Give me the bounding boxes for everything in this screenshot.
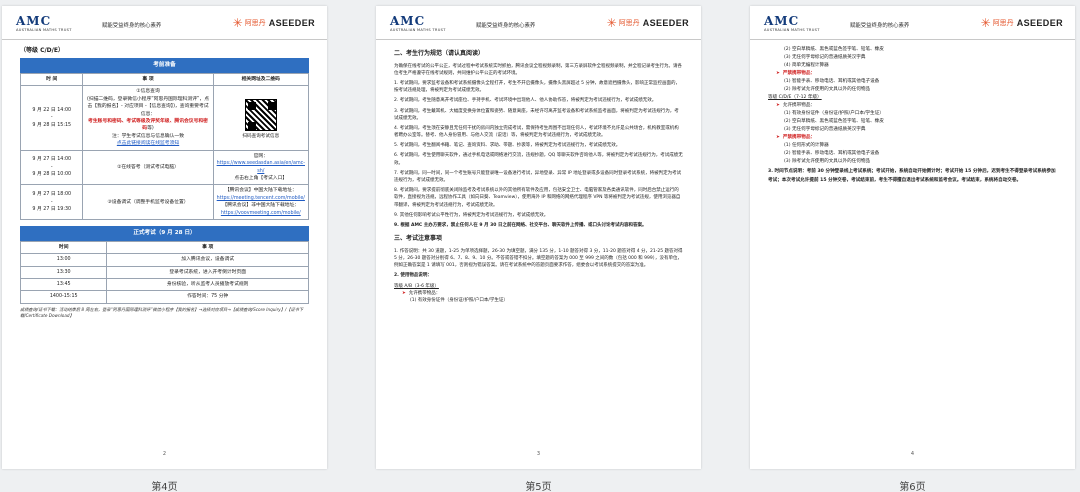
rule-item: 9. 其他任何影响考试公平性行为，将被判定为考试违规行为，考试成绩无效。 bbox=[394, 212, 549, 218]
list-item: ➤ 严禁携带物品： bbox=[768, 134, 1057, 142]
level-heading: （等级 C/D/E） bbox=[20, 47, 64, 54]
table-row: 13:30 登录考试系统，进入开考倒计时页面 bbox=[19, 265, 309, 280]
level-heading: 等级 C/D/E（7-12 年级） bbox=[768, 95, 822, 101]
arrow-bullet-icon: ➤ bbox=[776, 135, 780, 141]
page-header: AMC AUSTRALIAN MATHS TRUST 赋能受益终身的核心素养 ✳… bbox=[2, 6, 327, 40]
table-row: 9 月 22 日 14:00 - 9 月 28 日 15:15 ①信息查询 (扫… bbox=[19, 85, 310, 151]
amc-logo: AMC AUSTRALIAN MATHS TRUST bbox=[16, 14, 72, 32]
note-item: 1. 作答说明：共 30 道题，1-25 为单项选择题，26-30 为填空题，满… bbox=[394, 248, 683, 269]
page-label-5[interactable]: 第5页 bbox=[376, 478, 701, 492]
list-item: (1) 智能手表、移动电话、耳机或其他电子设备 bbox=[784, 79, 880, 85]
page5-content: 二、考生行为规范（请认真阅读） 为确保在线考试的公平公正，考试过程中考试系统实时… bbox=[394, 46, 683, 304]
list-item: (2) 智能手表、移动电话、耳机或其他电子设备 bbox=[784, 151, 880, 157]
page4-content: （等级 C/D/E） 考前准备 时 间 事 项 相关网址及二维码 9 月 22 … bbox=[19, 46, 310, 319]
rule-item: 9. 根据 AMC 主办方要求，禁止任何人在 9 月 30 日之前在网络、社交平… bbox=[394, 222, 647, 228]
page-label-6[interactable]: 第6页 bbox=[750, 478, 1075, 492]
page-header: AMC AUSTRALIAN MATHS TRUST 赋能受益终身的核心素养 ✳… bbox=[376, 6, 701, 40]
level-heading: 等级 A/B（3-6 年级） bbox=[394, 283, 439, 289]
table-header-row: 时间 事 项 bbox=[19, 240, 309, 255]
intro-paragraph: 为确保在线考试的公平公正，考试过程中考试系统实时抓拍，腾讯会议全程视频录制，第三… bbox=[394, 63, 682, 76]
exam-title-bar: 正式考试（9 月 28 日） bbox=[20, 226, 309, 241]
score-note: 成绩查询/证书下载：活动结束后 8 周左右，登录“阿思丹国际理科测评”微信小程序… bbox=[20, 306, 304, 318]
table-row: 9 月 27 日 14:00 - 9 月 28 日 10:00 ②在线答考（测试… bbox=[19, 149, 310, 186]
section-heading: 三、考试注意事项 bbox=[394, 235, 443, 243]
prep-table: 时 间 事 项 相关网址及二维码 9 月 22 日 14:00 - 9 月 28… bbox=[19, 72, 310, 221]
list-item: ➤ 严禁携带物品： bbox=[768, 70, 1057, 78]
aseeder-logo: ✳ 阿思丹 ASEEDER bbox=[980, 16, 1063, 30]
list-item: ➤ 允许携带物品： bbox=[768, 102, 1057, 110]
rule-item: 8. 考试期间，要求提前彻底关闭除监考及考试系统以外的其他所有软件及应用，包括安… bbox=[394, 188, 681, 208]
amc-logo: AMC AUSTRALIAN MATHS TRUST bbox=[390, 14, 446, 32]
row-time: 9 月 22 日 14:00 - 9 月 28 日 15:15 bbox=[19, 85, 84, 151]
document-page-4[interactable]: AMC AUSTRALIAN MATHS TRUST 赋能受益终身的核心素养 ✳… bbox=[2, 6, 327, 469]
page-label-4[interactable]: 第4页 bbox=[2, 478, 327, 492]
aseeder-star-icon: ✳ bbox=[606, 16, 617, 30]
arrow-bullet-icon: ➤ bbox=[402, 290, 406, 296]
list-item: (3) 无任何字母标记的普通纸质英汉字典 bbox=[784, 55, 866, 61]
rule-item: 1. 考试期间，要求监考设备和考试系统摄像头全程打开，考生不开启摄像头，摄像头黑… bbox=[394, 80, 680, 94]
table-header-row: 时 间 事 项 相关网址及二维码 bbox=[19, 72, 310, 87]
list-item: (1) 有效身份证件（身份证/护照/户口本/学生证） bbox=[410, 297, 508, 303]
page-header: AMC AUSTRALIAN MATHS TRUST 赋能受益终身的核心素养 ✳… bbox=[750, 6, 1075, 40]
official-site-link[interactable]: https://www.seedasdan.asia/en/amc-sh/ bbox=[217, 160, 305, 175]
rule-item: 3. 考试期间，考生戴耳机、大幅度变换身体位置和姿势、随意离座，未经许可离开监考… bbox=[394, 108, 679, 121]
qr-code-icon[interactable] bbox=[244, 98, 277, 131]
list-item: (4) 简单无编程计算器 bbox=[784, 63, 829, 69]
arrow-bullet-icon: ➤ bbox=[776, 71, 780, 77]
section-heading: 二、考生行为规范（请认真阅读） bbox=[394, 50, 485, 57]
header-slogan: 赋能受益终身的核心素养 bbox=[102, 23, 162, 29]
table-row: 1400-15:15 作答时间：75 分钟 bbox=[19, 290, 309, 304]
page-number: 4 bbox=[910, 451, 915, 457]
table-row: 13:45 身份核验，听从监考人员播放考试规则 bbox=[19, 278, 309, 292]
online-rules-link[interactable]: 点击此链接阅读在线监考须知 bbox=[86, 140, 209, 147]
table-row: 13:00 加入腾讯会议，设备调试 bbox=[19, 253, 309, 267]
list-item: (2) 空白草稿纸、黑色或蓝色签字笔、铅笔、橡皮 bbox=[784, 47, 884, 52]
header-slogan: 赋能受益终身的核心素养 bbox=[476, 23, 536, 29]
list-item: (2) 除考试允许使用的文具以外的任何物品 bbox=[784, 87, 871, 93]
tencent-meeting-link[interactable]: https://meeting.tencent.com/mobile/ bbox=[217, 195, 305, 202]
col-time: 时 间 bbox=[19, 72, 84, 87]
arrow-bullet-icon: ➤ bbox=[776, 103, 780, 109]
table-row: 9 月 27 日 18:00 - 9 月 27 日 19:30 ③设备调试（调整… bbox=[19, 184, 310, 221]
amc-logo: AMC AUSTRALIAN MATHS TRUST bbox=[764, 14, 820, 32]
list-item: (1) 任何形式的计算器 bbox=[784, 143, 829, 149]
col-url: 相关网址及二维码 bbox=[212, 72, 310, 87]
col-task: 事 项 bbox=[82, 72, 214, 87]
note-item: 2. 使用物品说明： bbox=[394, 273, 432, 279]
header-slogan: 赋能受益终身的核心素养 bbox=[850, 23, 910, 29]
document-page-6[interactable]: AMC AUSTRALIAN MATHS TRUST 赋能受益终身的核心素养 ✳… bbox=[750, 6, 1075, 469]
list-item: (3) 无任何字母标记的普通纸质英汉字典 bbox=[784, 127, 866, 133]
rule-item: 5. 考试期间，考生翻阅书籍、笔记、查询资料、求助、带题、抄袭等，将被判定为考试… bbox=[394, 143, 621, 149]
aseeder-star-icon: ✳ bbox=[232, 16, 243, 30]
prep-title-bar: 考前准备 bbox=[20, 58, 309, 73]
aseeder-logo: ✳ 阿思丹 ASEEDER bbox=[606, 16, 689, 30]
list-item: (2) 空白草稿纸、黑色或蓝色签字笔、铅笔、橡皮 bbox=[784, 119, 884, 125]
page-number: 2 bbox=[162, 451, 167, 457]
list-item: (3) 除考试允许使用的文具以外的任何物品 bbox=[784, 159, 871, 165]
list-item: ➤ 允许携带物品： bbox=[402, 290, 441, 296]
note-item: 3. 时间节点说明：考前 30 分钟登录线上考试系统；考试开始，系统自动开始倒计… bbox=[768, 169, 1056, 183]
rule-item: 7. 考试期间，同一时间，同一个考生账号只能登录唯一设备进行考试，异地登录、异常… bbox=[394, 170, 682, 184]
page6-content: (2) 空白草稿纸、黑色或蓝色签字笔、铅笔、橡皮 (3) 无任何字母标记的普通纸… bbox=[768, 46, 1057, 188]
rule-item: 6. 考试期间，考生使用聊天软件，通过手机电话或网络进行交流，违规抄题，QQ 等… bbox=[394, 153, 683, 166]
voov-meeting-link[interactable]: https://voovmeeting.com/mobile/ bbox=[217, 210, 305, 217]
list-item: (1) 有效身份证件（身份证/护照/户口本/学生证） bbox=[784, 111, 884, 117]
exam-table: 时间 事 项 13:00 加入腾讯会议，设备调试 13:30 登录考试系统，进入开考… bbox=[19, 240, 309, 304]
rule-item: 2. 考试期间，考生随意离开考试座位、手持手机、考试环境中出现他人、他人协助作答… bbox=[394, 98, 657, 104]
aseeder-star-icon: ✳ bbox=[980, 16, 991, 30]
document-page-5[interactable]: AMC AUSTRALIAN MATHS TRUST 赋能受益终身的核心素养 ✳… bbox=[376, 6, 701, 469]
page-number: 3 bbox=[536, 451, 541, 457]
aseeder-logo: ✳ 阿思丹 ASEEDER bbox=[232, 16, 315, 30]
rule-item: 4. 考试期间，考生须在安静且无任何干扰的房间内独立完成考试，需保持考生周围不出… bbox=[394, 125, 679, 139]
